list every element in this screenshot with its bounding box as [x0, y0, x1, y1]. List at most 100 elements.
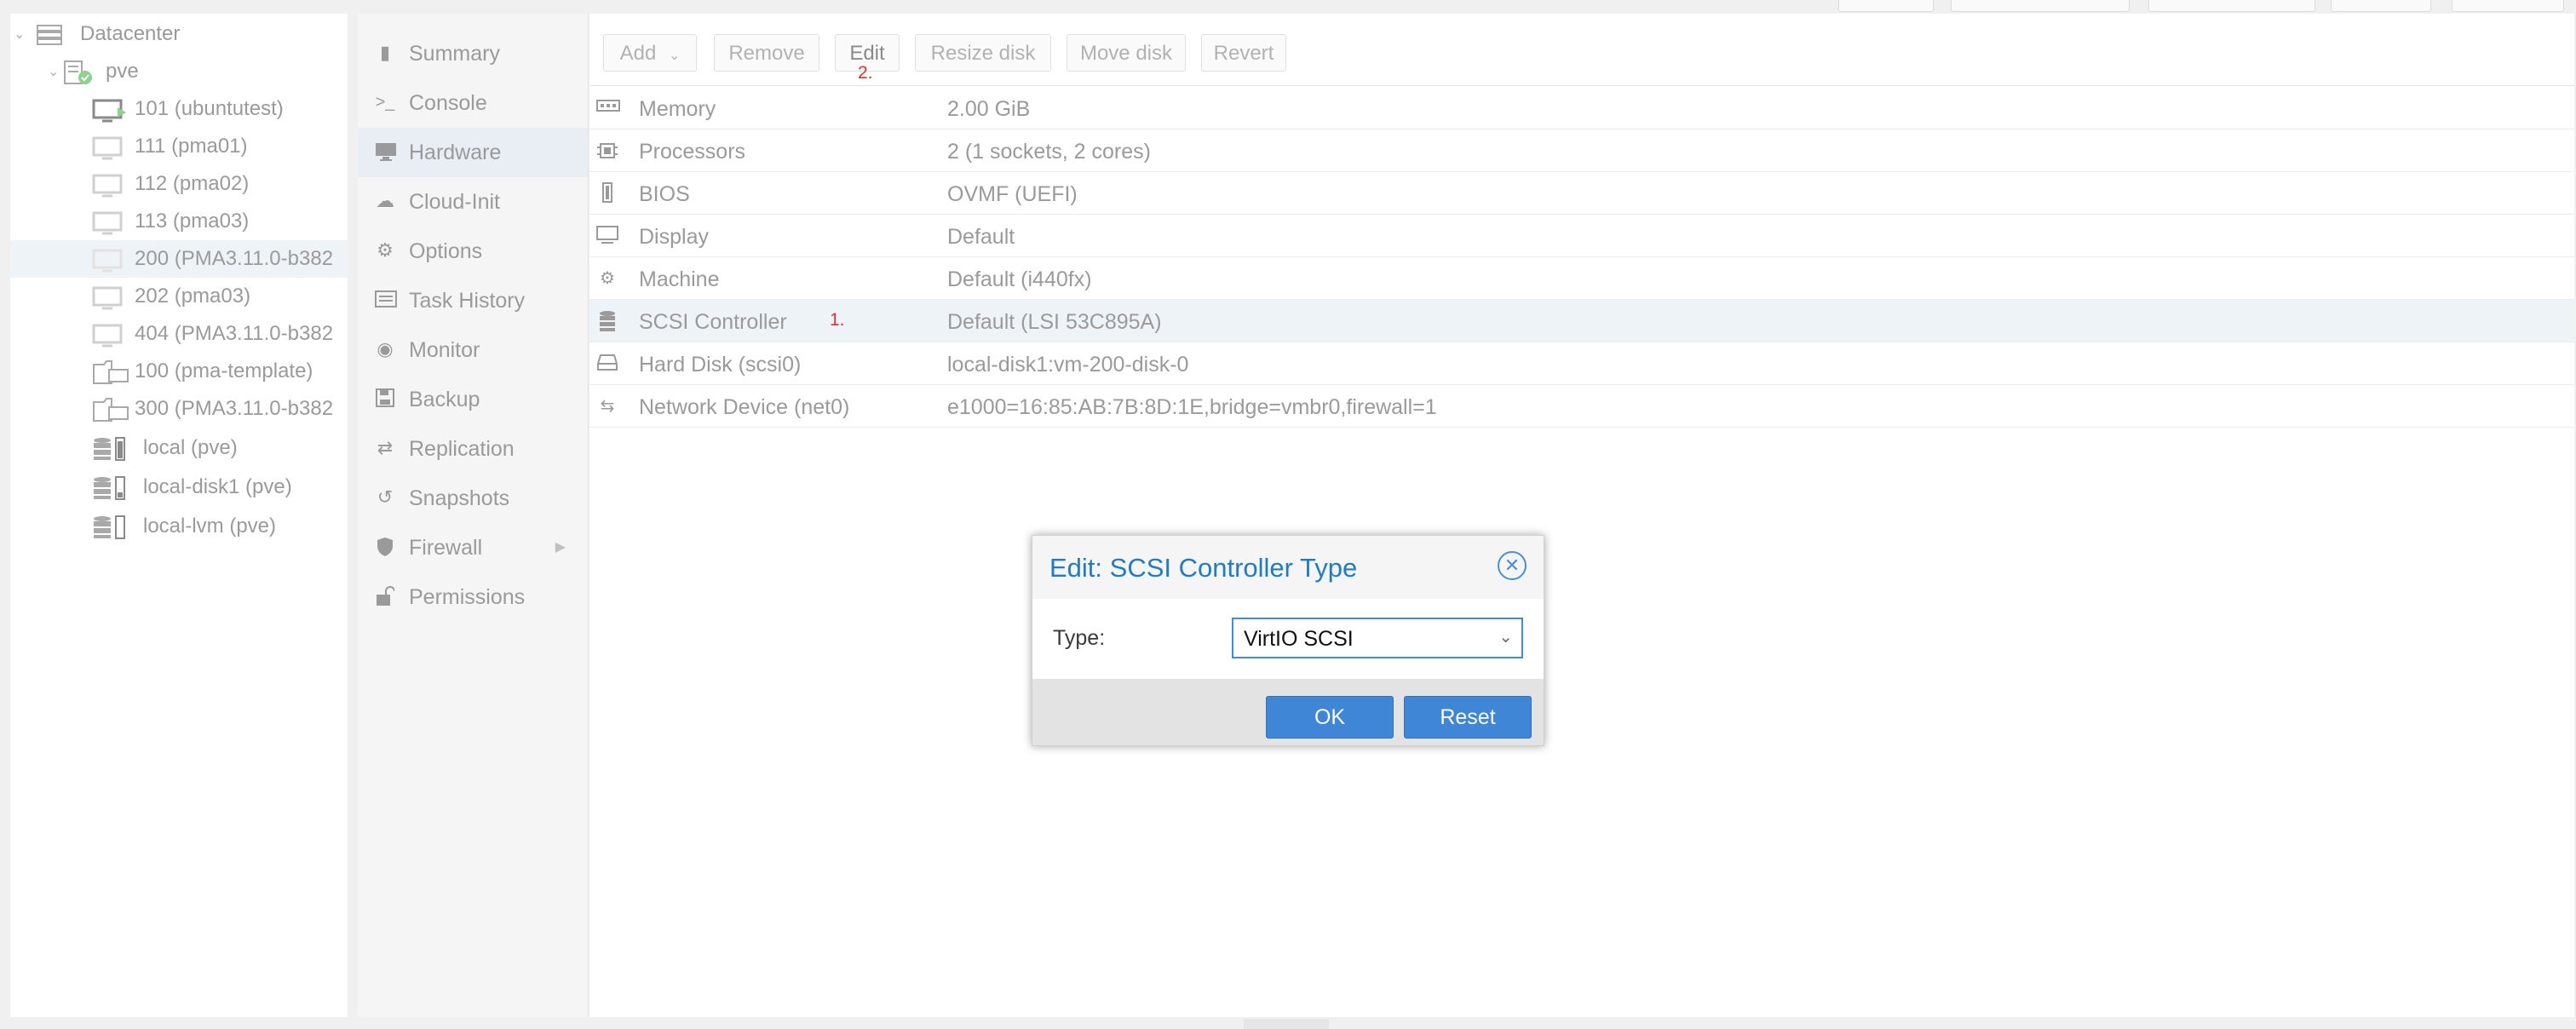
hardware-row-network-device[interactable]: ⇆ Network Device (net0) e1000=16:85:AB:7… — [589, 385, 2574, 428]
revert-button[interactable]: Revert — [1201, 34, 1286, 72]
hardware-value: Default (i440fx) — [947, 267, 1092, 291]
edit-button-label: Edit — [849, 42, 885, 65]
chevron-down-icon[interactable]: ⌄ — [48, 63, 59, 80]
tree-item-template[interactable]: 100 (pma-template) — [10, 353, 348, 390]
tree-item-datacenter[interactable]: ⌄ Datacenter — [10, 15, 348, 53]
tree-item-vm[interactable]: 202 (pma03) — [10, 278, 348, 315]
nav-item-permissions[interactable]: Permissions — [358, 572, 588, 622]
tree-item-vm[interactable]: 112 (pma02) — [10, 165, 348, 203]
hardware-row-bios[interactable]: BIOS OVMF (UEFI) — [589, 172, 2574, 215]
type-label: Type: — [1053, 626, 1106, 650]
book-icon: ▮ — [379, 42, 391, 63]
tree-item-template[interactable]: 300 (PMA3.11.0-b382 — [10, 390, 348, 428]
hardware-row-scsi-controller[interactable]: SCSI Controller 1. Default (LSI 53C895A) — [589, 300, 2574, 342]
nav-item-replication[interactable]: ⇄ Replication — [358, 424, 588, 474]
template-icon — [92, 359, 129, 391]
remove-button[interactable]: Remove — [714, 34, 819, 72]
nav-item-label: Hardware — [409, 141, 502, 164]
type-select[interactable]: VirtIO SCSI ⌄ — [1232, 618, 1523, 658]
header-button[interactable] — [1838, 0, 1934, 12]
nav-item-summary[interactable]: ▮ Summary — [358, 29, 588, 78]
chip-icon — [596, 182, 618, 204]
nav-item-backup[interactable]: Backup — [358, 375, 588, 424]
vm-stopped-icon — [92, 286, 123, 316]
history-icon: ↺ — [377, 486, 394, 508]
eye-icon: ◉ — [377, 338, 394, 359]
hardware-row-display[interactable]: Display Default — [589, 215, 2574, 257]
nav-item-label: Replication — [409, 437, 515, 461]
header-button[interactable] — [2331, 0, 2431, 12]
hardware-row-hard-disk[interactable]: Hard Disk (scsi0) local-disk1:vm-200-dis… — [589, 342, 2574, 385]
nav-item-label: Snapshots — [409, 486, 510, 510]
hardware-panel: Add ⌄ Remove Edit Resize disk Move disk … — [589, 14, 2574, 1017]
unlock-icon — [375, 586, 395, 606]
type-select-value: VirtIO SCSI — [1244, 627, 1354, 651]
header-button[interactable] — [2148, 0, 2315, 12]
edit-scsi-controller-dialog: Edit: SCSI Controller Type ✕ Type: VirtI… — [1032, 535, 1544, 746]
database-icon — [596, 310, 618, 332]
floppy-icon — [375, 388, 395, 409]
chevron-right-icon[interactable]: ▶ — [555, 538, 566, 555]
tree-item-vm[interactable]: 404 (PMA3.11.0-b382 — [10, 315, 348, 353]
tree-item-label: 100 (pma-template) — [135, 359, 313, 382]
nav-item-label: Cloud-Init — [409, 190, 500, 214]
nav-item-cloud-init[interactable]: ☁ Cloud-Init — [358, 177, 588, 227]
annotation-marker-2: 2. — [858, 63, 873, 83]
ok-button-label: OK — [1314, 705, 1346, 729]
nav-item-options[interactable]: ⚙ Options — [358, 227, 588, 276]
tree-item-label: local-lvm (pve) — [143, 514, 277, 537]
add-button[interactable]: Add ⌄ — [603, 34, 697, 72]
dialog-header: Edit: SCSI Controller Type ✕ — [1032, 536, 1544, 599]
memory-icon — [596, 97, 620, 119]
tree-item-storage[interactable]: local-lvm (pve) — [10, 508, 348, 545]
header-button[interactable] — [1951, 0, 2130, 12]
tree-item-vm-selected[interactable]: 200 (PMA3.11.0-b382 — [10, 240, 348, 278]
close-icon[interactable]: ✕ — [1498, 551, 1527, 580]
nav-item-snapshots[interactable]: ↺ Snapshots — [358, 474, 588, 523]
hardware-value: OVMF (UEFI) — [947, 182, 1078, 206]
resource-tree: ⌄ Datacenter ⌄ pve 101 (ubuntutest) 111 … — [10, 14, 348, 1017]
vm-stopped-icon — [92, 324, 123, 354]
nav-item-console[interactable]: >_ Console — [358, 78, 588, 128]
ok-button[interactable]: OK — [1266, 696, 1394, 739]
nav-item-monitor[interactable]: ◉ Monitor — [358, 325, 588, 375]
nav-item-firewall[interactable]: Firewall ▶ — [358, 523, 588, 572]
chevron-down-icon[interactable]: ⌄ — [1498, 626, 1513, 647]
server-stack-icon — [36, 24, 63, 52]
chevron-down-icon: ⌄ — [668, 49, 681, 63]
revert-label: Revert — [1213, 42, 1274, 65]
dialog-footer: OK Reset — [1032, 679, 1544, 745]
tree-item-vm[interactable]: 111 (pma01) — [10, 128, 348, 165]
move-disk-button[interactable]: Move disk — [1067, 34, 1186, 72]
hardware-value: Default — [947, 225, 1015, 249]
dialog-body: Type: VirtIO SCSI ⌄ — [1032, 599, 1544, 679]
reset-button[interactable]: Reset — [1404, 696, 1532, 739]
reset-button-label: Reset — [1440, 705, 1496, 729]
resize-disk-button[interactable]: Resize disk — [915, 34, 1051, 72]
hardware-row-machine[interactable]: ⚙ Machine Default (i440fx) — [589, 257, 2574, 300]
resize-disk-label: Resize disk — [930, 42, 1036, 65]
hardware-value: Default (LSI 53C895A) — [947, 310, 1162, 334]
exchange-icon: ⇆ — [600, 397, 615, 416]
tree-item-vm[interactable]: 113 (pma03) — [10, 203, 348, 240]
hardware-value: local-disk1:vm-200-disk-0 — [947, 353, 1189, 377]
hardware-row-processors[interactable]: Processors 2 (1 sockets, 2 cores) — [589, 129, 2574, 172]
cogs-icon: ⚙ — [600, 269, 615, 288]
bottom-collapse-handle[interactable] — [1244, 1019, 1329, 1029]
vm-running-icon — [92, 99, 128, 129]
tree-item-label: pve — [106, 60, 139, 83]
retweet-icon: ⇄ — [377, 437, 394, 458]
tree-item-label: 113 (pma03) — [135, 210, 250, 233]
nav-item-task-history[interactable]: Task History — [358, 276, 588, 325]
tree-item-node-pve[interactable]: ⌄ pve — [10, 53, 348, 90]
vm-stopped-icon — [92, 174, 123, 204]
nav-item-label: Permissions — [409, 585, 526, 609]
tree-item-vm[interactable]: 101 (ubuntutest) — [10, 90, 348, 128]
storage-icon — [92, 514, 129, 546]
hardware-row-memory[interactable]: Memory 2.00 GiB — [589, 87, 2574, 129]
tree-item-storage[interactable]: local-disk1 (pve) — [10, 469, 348, 506]
chevron-down-icon[interactable]: ⌄ — [14, 26, 25, 43]
tree-item-storage[interactable]: local (pve) — [10, 429, 348, 467]
header-button[interactable] — [2452, 0, 2564, 12]
nav-item-hardware[interactable]: Hardware — [358, 128, 588, 177]
